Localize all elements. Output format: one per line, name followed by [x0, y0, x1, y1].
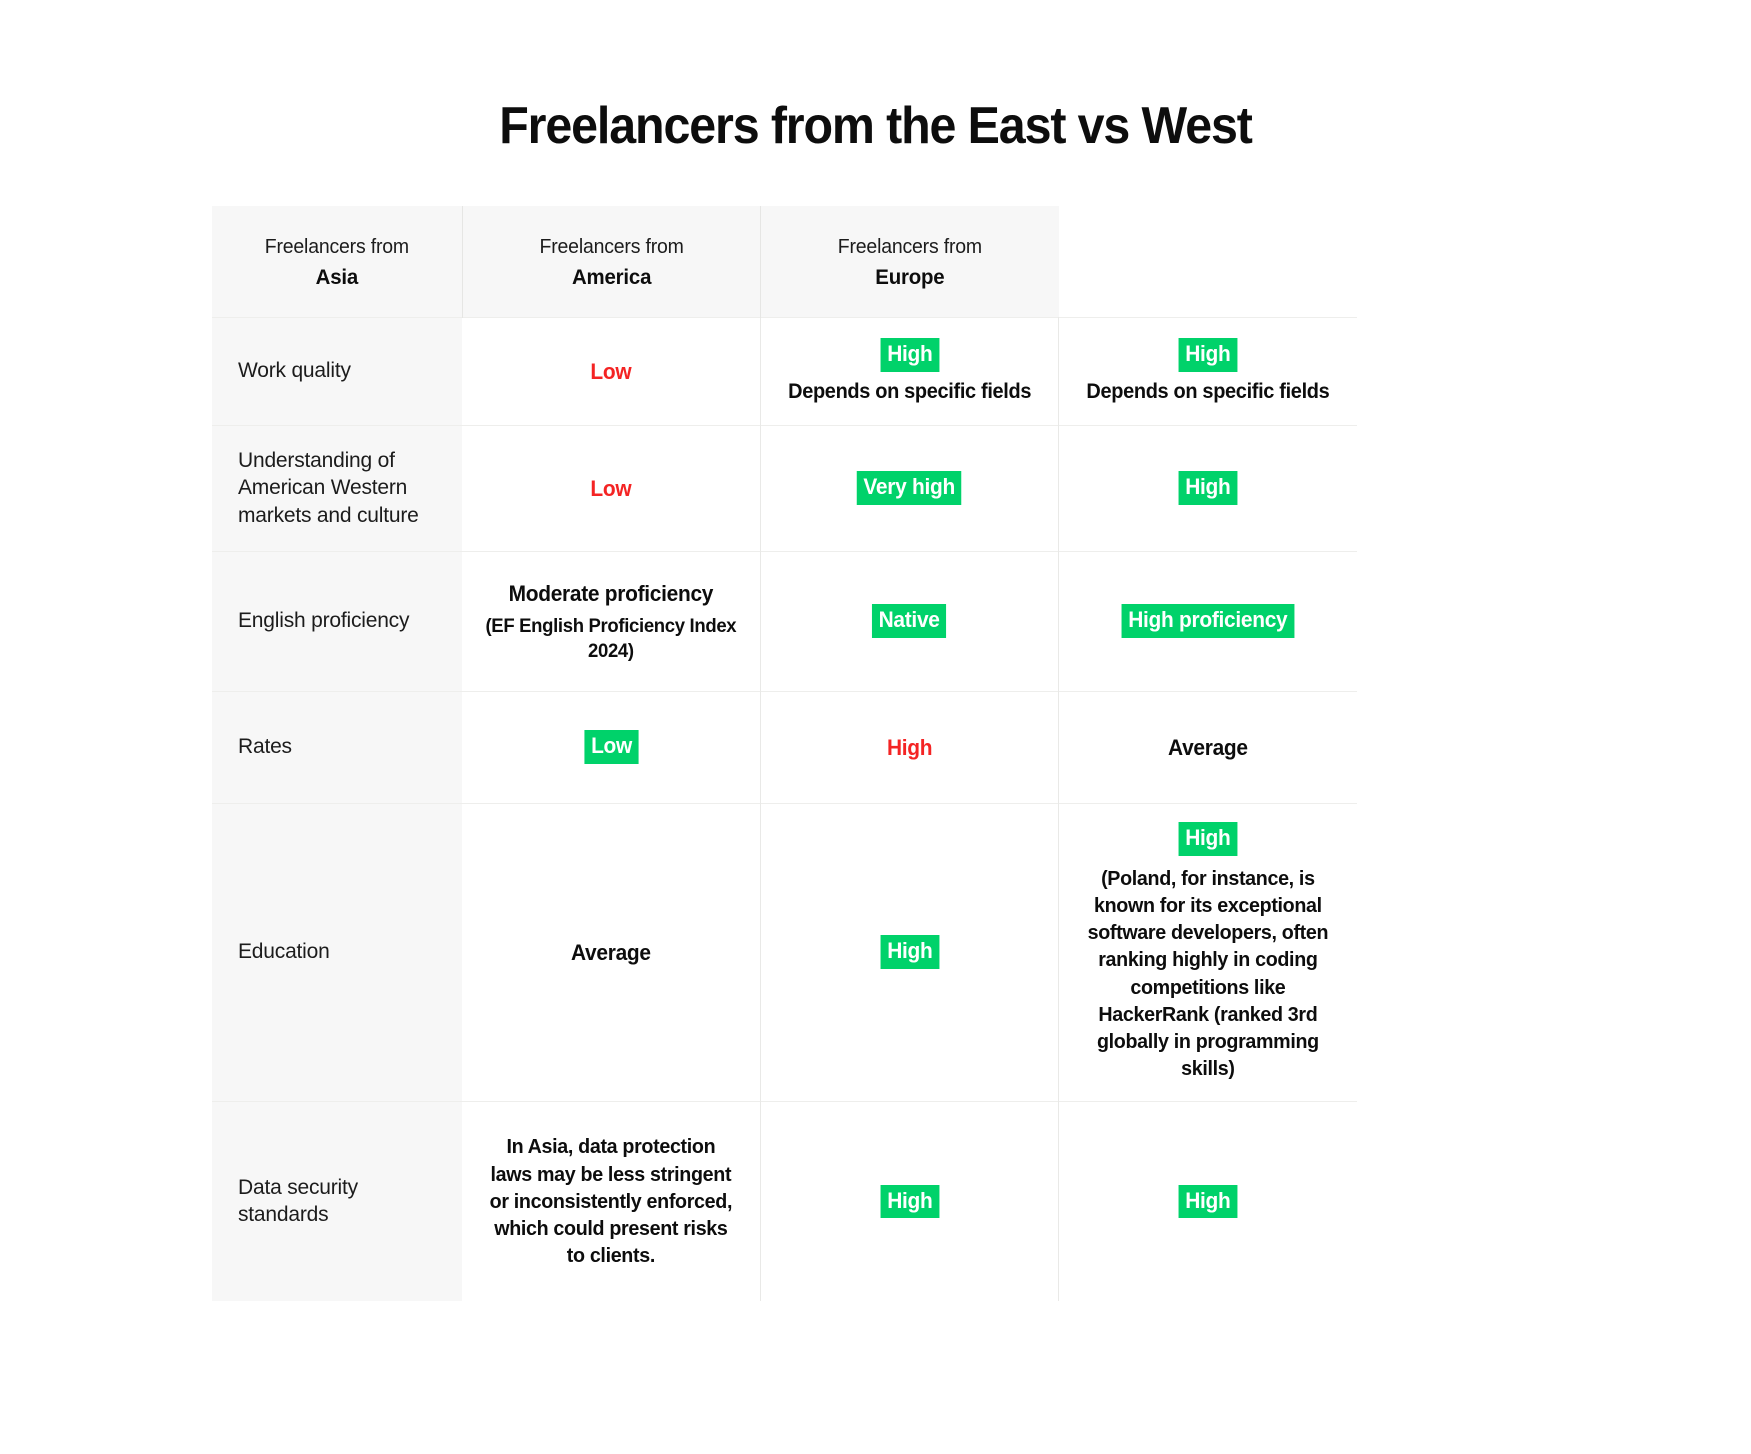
cell-data-security-europe: High: [1058, 1100, 1357, 1302]
row-label-education: Education: [212, 802, 463, 1102]
cell-understanding-europe: High: [1058, 424, 1357, 552]
cell-education-america: High: [760, 802, 1060, 1102]
table-row: Data security standards In Asia, data pr…: [212, 1100, 1357, 1302]
status-badge: High: [1178, 1184, 1238, 1219]
value-text: Low: [590, 475, 632, 501]
cell-work-quality-asia: Low: [462, 316, 761, 426]
comparison-table-wrapper: Freelancers from Asia Freelancers from A…: [212, 206, 1357, 1302]
value-text: Average: [1168, 734, 1248, 760]
row-label-english-proficiency: English proficiency: [212, 550, 463, 692]
header-prefix-asia: Freelancers from: [264, 235, 409, 258]
row-label-work-quality: Work quality: [212, 316, 463, 426]
status-badge: High: [1178, 471, 1238, 506]
table-row: Rates Low High Average: [212, 690, 1357, 804]
cell-rates-europe: Average: [1058, 690, 1357, 804]
header-prefix-america: Freelancers from: [539, 235, 684, 258]
value-text: Average: [571, 939, 651, 965]
value-note: (Poland, for instance, is known for its …: [1087, 866, 1329, 1081]
status-badge: High: [880, 935, 939, 970]
header-region-america: America: [571, 264, 651, 289]
table-body: Work quality Low High Depends on specifi…: [212, 316, 1357, 1302]
cell-education-europe: High (Poland, for instance, is known for…: [1058, 802, 1357, 1102]
cell-understanding-asia: Low: [462, 424, 761, 552]
cell-rates-asia: Low: [462, 690, 761, 804]
header-row: Freelancers from Asia Freelancers from A…: [212, 206, 1357, 318]
status-badge: High: [880, 1184, 939, 1219]
header-region-europe: Europe: [875, 264, 945, 289]
cell-english-asia: Moderate proficiency (EF English Profici…: [462, 550, 761, 692]
table-row: Work quality Low High Depends on specifi…: [212, 316, 1357, 426]
value-text: High: [886, 734, 933, 760]
status-badge: Low: [583, 730, 639, 765]
value-note: (EF English Proficiency Index 2024): [485, 614, 737, 662]
status-badge: Very high: [857, 471, 962, 506]
cell-education-asia: Average: [462, 802, 761, 1102]
status-badge: Native: [872, 604, 947, 639]
value-note: Depends on specific fields: [1086, 379, 1330, 403]
table-row: Understanding of American Western market…: [212, 424, 1357, 552]
value-note: In Asia, data protection laws may be les…: [489, 1135, 733, 1268]
value-text: Low: [590, 358, 632, 384]
status-badge: High: [1178, 337, 1238, 372]
status-badge: High: [1178, 821, 1238, 856]
page-title: Freelancers from the East vs West: [499, 97, 1253, 155]
table-row: English proficiency Moderate proficiency…: [212, 550, 1357, 692]
cell-data-security-america: High: [760, 1100, 1060, 1302]
header-cell-asia: Freelancers from Asia: [212, 206, 463, 318]
row-label-understanding: Understanding of American Western market…: [212, 424, 463, 552]
value-text: Moderate proficiency: [508, 580, 714, 606]
comparison-infographic: Freelancers from the East vs West Freela…: [0, 0, 1751, 1454]
header-prefix-europe: Freelancers from: [837, 235, 982, 258]
cell-rates-america: High: [760, 690, 1060, 804]
table-header: Freelancers from Asia Freelancers from A…: [212, 206, 1357, 318]
cell-work-quality-america: High Depends on specific fields: [760, 316, 1060, 426]
table-row: Education Average High High (Poland, for…: [212, 802, 1357, 1102]
row-label-rates: Rates: [212, 690, 463, 804]
cell-english-europe: High proficiency: [1058, 550, 1357, 692]
status-badge: High proficiency: [1121, 604, 1295, 639]
header-region-asia: Asia: [315, 264, 359, 289]
cell-english-america: Native: [760, 550, 1060, 692]
cell-data-security-asia: In Asia, data protection laws may be les…: [462, 1100, 761, 1302]
cell-work-quality-europe: High Depends on specific fields: [1058, 316, 1357, 426]
comparison-table: Freelancers from Asia Freelancers from A…: [212, 206, 1357, 1302]
header-cell-america: Freelancers from America: [462, 206, 761, 318]
status-badge: High: [880, 337, 939, 372]
row-label-data-security: Data security standards: [212, 1100, 463, 1302]
cell-understanding-america: Very high: [760, 424, 1060, 552]
header-cell-europe: Freelancers from Europe: [760, 206, 1059, 318]
value-note: Depends on specific fields: [788, 379, 1032, 403]
